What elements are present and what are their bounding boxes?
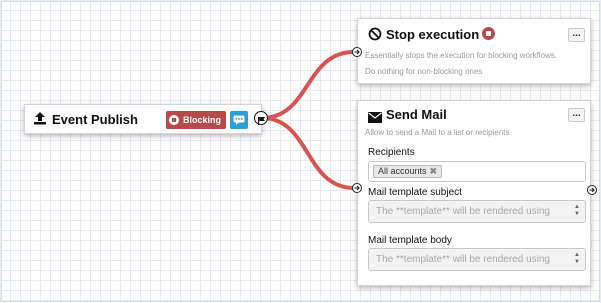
stop-description-line1: Essentially stops the execution for bloc… [365, 51, 558, 60]
body-field[interactable]: The **template** will be rendered using … [368, 248, 586, 271]
mail-output-port[interactable] [587, 185, 597, 195]
event-publish-node[interactable]: Event Publish Blocking [24, 104, 262, 134]
subject-spinner-icon[interactable]: ▲ ▼ [574, 204, 580, 218]
stop-execution-node[interactable]: Stop execution ... Essentially stops the… [357, 18, 591, 84]
subject-label: Mail template subject [368, 187, 462, 198]
body-spinner-icon[interactable]: ▲ ▼ [574, 252, 580, 266]
stop-description-line2: Do nothing for non-blocking ones [365, 67, 483, 76]
blocking-stop-icon [169, 115, 179, 125]
stop-execution-title: Stop execution [386, 27, 480, 42]
workflow-canvas[interactable]: Event Publish Blocking Stop execution ..… [0, 0, 601, 303]
stop-icon [482, 27, 495, 40]
body-placeholder: The **template** will be rendered using [376, 254, 550, 265]
blocking-badge: Blocking [166, 111, 227, 129]
stop-input-port[interactable] [352, 47, 362, 57]
send-mail-node[interactable]: Send Mail ... Allow to send a Mail to a … [357, 100, 591, 286]
wire-to-mail[interactable] [260, 116, 356, 190]
recipients-label: Recipients [368, 147, 415, 158]
recipient-tag-label: All accounts [378, 166, 427, 176]
send-mail-title: Send Mail [386, 107, 447, 122]
mail-node-menu-button[interactable]: ... [568, 108, 585, 122]
wire-to-stop[interactable] [260, 50, 356, 120]
event-output-port[interactable] [254, 111, 268, 125]
flag-icon [257, 113, 266, 131]
mail-input-port[interactable] [352, 183, 362, 193]
event-publish-title: Event Publish [52, 112, 138, 127]
mail-description: Allow to send a Mail to a list or recipi… [365, 128, 510, 137]
recipient-tag[interactable]: All accounts ✖ [373, 165, 443, 178]
remove-tag-icon[interactable]: ✖ [430, 166, 438, 176]
recipients-input[interactable]: All accounts ✖ [368, 161, 586, 182]
ban-icon [368, 27, 382, 46]
stop-node-menu-button[interactable]: ... [568, 28, 585, 42]
subject-field[interactable]: The **template** will be rendered using … [368, 200, 586, 223]
body-label: Mail template body [368, 235, 452, 246]
blocking-badge-label: Blocking [183, 115, 222, 125]
chat-icon[interactable] [230, 111, 248, 129]
subject-placeholder: The **template** will be rendered using [376, 206, 550, 217]
upload-icon [33, 111, 47, 130]
